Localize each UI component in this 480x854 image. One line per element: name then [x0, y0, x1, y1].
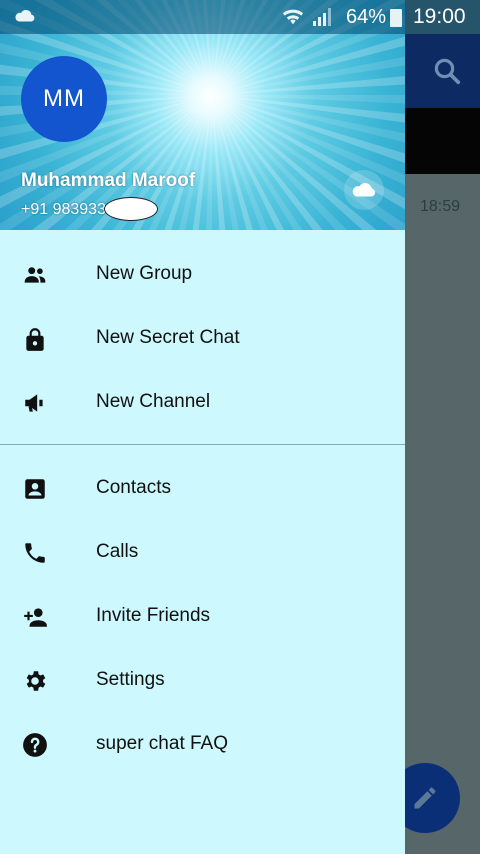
navigation-drawer: MM Muhammad Maroof +91 983933 New Group …: [0, 0, 405, 854]
user-name: Muhammad Maroof: [21, 170, 196, 191]
pencil-icon: [414, 787, 436, 809]
menu-group-create: New Group New Secret Chat New Channel: [0, 242, 405, 434]
search-icon[interactable]: [432, 56, 462, 86]
menu-item-contacts[interactable]: Contacts: [0, 456, 405, 520]
battery-icon: [390, 9, 402, 27]
contacts-icon: [25, 479, 45, 499]
avatar[interactable]: MM: [21, 56, 107, 142]
menu-label: New Channel: [96, 391, 211, 412]
menu-label: Contacts: [96, 477, 171, 498]
status-bar: 64% 19:00: [0, 0, 480, 34]
saved-messages-button[interactable]: [344, 170, 384, 210]
menu-item-new-channel[interactable]: New Channel: [0, 370, 405, 434]
avatar-initials: MM: [43, 85, 85, 112]
menu-item-faq[interactable]: super chat FAQ: [0, 712, 405, 776]
menu-item-new-secret-chat[interactable]: New Secret Chat: [0, 306, 405, 370]
menu-item-settings[interactable]: Settings: [0, 648, 405, 712]
battery-percent: 64%: [346, 6, 387, 28]
add-person-icon: [24, 608, 47, 627]
clock: 19:00: [413, 5, 466, 28]
menu-label: New Group: [96, 263, 193, 284]
menu-item-calls[interactable]: Calls: [0, 520, 405, 584]
group-icon: [24, 267, 46, 283]
menu-label: Calls: [96, 541, 139, 562]
menu-group-main: Contacts Calls Invite Friends Settings s…: [0, 456, 405, 776]
menu-item-invite-friends[interactable]: Invite Friends: [0, 584, 405, 648]
menu-label: Invite Friends: [96, 605, 211, 626]
menu-label: New Secret Chat: [96, 327, 240, 348]
cloud-icon: [15, 10, 35, 22]
menu-label: super chat FAQ: [96, 733, 229, 754]
phone-icon: [25, 543, 45, 563]
menu-item-new-group[interactable]: New Group: [0, 242, 405, 306]
wifi-icon: [282, 9, 304, 25]
drawer-header: MM Muhammad Maroof +91 983933: [0, 0, 405, 230]
menu-divider: [0, 444, 405, 445]
signal-icon: [313, 8, 331, 26]
help-icon: [23, 733, 47, 757]
menu-label: Settings: [96, 669, 165, 690]
user-phone: +91 983933: [21, 197, 158, 222]
chat-time: 18:59: [419, 198, 460, 215]
user-phone-number: +91 983933: [21, 201, 106, 219]
lock-icon: [26, 328, 44, 351]
redaction-mark: [103, 197, 158, 221]
gear-icon: [26, 671, 46, 691]
megaphone-icon: [25, 394, 43, 412]
cloud-icon: [352, 182, 376, 197]
